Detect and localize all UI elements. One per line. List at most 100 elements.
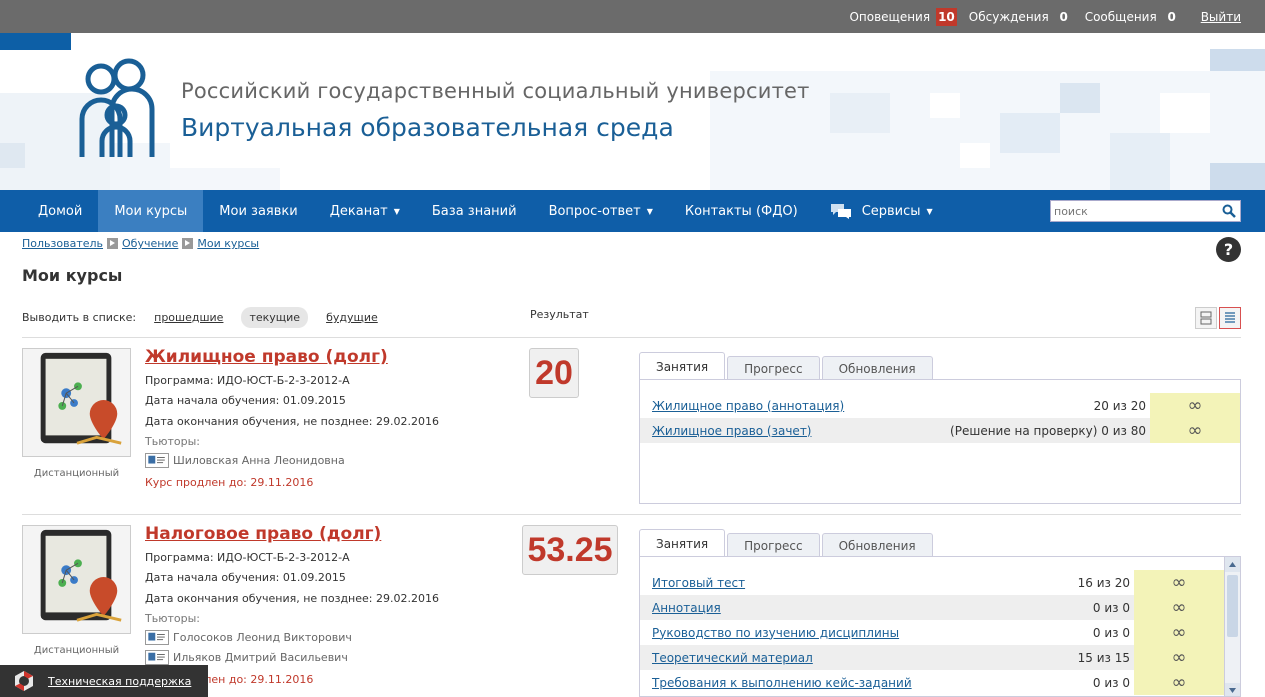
messages-count-badge: 0 [1167,9,1176,24]
nav-item-label: Сервисы [861,203,921,219]
nav-item-label: Деканат [329,203,388,219]
header-decor [1000,113,1060,153]
caret-down-icon: ▼ [926,206,933,216]
nav-item-faq[interactable]: Вопрос-ответ ▼ [533,190,669,232]
header-decor [1060,83,1100,113]
lesson-link[interactable]: Аннотация [652,601,721,615]
discussions-link[interactable]: Обсуждения 0 [969,8,1073,26]
scroll-down-arrow-icon[interactable] [1225,683,1240,696]
infinity-attempts[interactable]: ∞ [1150,418,1240,443]
course-title-link[interactable]: Налоговое право (долг) [145,524,381,544]
tab-lessons[interactable]: Занятия [639,529,726,557]
header-decor [930,93,960,118]
view-blocks-button[interactable] [1195,307,1217,329]
nav-item-label: Домой [38,203,83,219]
help-icon[interactable]: ? [1216,237,1241,262]
course-score: 53.25 [522,525,618,575]
course-mode-label: Дистанционный [33,468,120,479]
header-decor [830,93,890,133]
filter-future[interactable]: будущие [318,307,386,328]
header-decor [960,143,990,168]
lesson-link[interactable]: Руководство по изучению дисциплины [652,626,899,640]
blocks-view-icon [1200,311,1212,325]
logout-link[interactable]: Выйти [1201,10,1241,24]
divider [22,514,1241,515]
course-tabs: Занятия Прогресс Обновления [639,529,933,557]
scrollbar-thumb[interactable] [1227,575,1238,637]
header-decor [1160,93,1210,133]
search-box [1050,200,1241,222]
list-view-icon [1225,312,1235,323]
course-start-date: Дата начала обучения: 01.09.2015 [145,394,346,407]
search-input[interactable] [1051,204,1221,218]
infinity-attempts[interactable]: ∞ [1134,570,1224,595]
breadcrumb-learning[interactable]: Обучение [122,237,178,250]
tutor-entry[interactable]: Голосоков Леонид Викторович [145,630,352,645]
nav-item-my-requests[interactable]: Мои заявки [203,190,313,232]
course-start-date: Дата начала обучения: 01.09.2015 [145,571,346,584]
view-list-button[interactable] [1219,307,1241,329]
chat-bubbles-icon [830,204,851,219]
nav-item-my-courses[interactable]: Мои курсы [98,190,204,232]
infinity-attempts[interactable]: ∞ [1134,620,1224,645]
filter-current[interactable]: текущие [241,307,309,328]
lesson-score: 0 из 0 [1092,625,1130,640]
infinity-attempts[interactable]: ∞ [1134,645,1224,670]
tablet-map-icon [40,352,122,445]
nav-item-services[interactable]: Сервисы ▼ [814,190,949,232]
notifications-link[interactable]: Оповещения 10 [849,7,957,26]
infinity-attempts[interactable]: ∞ [1134,670,1224,695]
lesson-score: 16 из 20 [1077,575,1130,590]
search-icon[interactable] [1221,203,1237,219]
nav-item-deanery[interactable]: Деканат ▼ [314,190,416,232]
lesson-row: Жилищное право (аннотация) 20 из 20 ∞ [640,393,1240,418]
lesson-score: 0 из 0 [1092,675,1130,690]
lessons-panel: Итоговый тест 16 из 20 ∞ Аннотация 0 из … [639,556,1241,697]
header-accent-stripe [0,33,71,50]
course-end-date: Дата окончания обучения, не позднее: 29.… [145,415,439,428]
tab-updates[interactable]: Обновления [821,533,933,557]
breadcrumb-user[interactable]: Пользователь [22,237,103,250]
course-thumbnail[interactable] [22,348,131,457]
tab-progress[interactable]: Прогресс [727,533,820,557]
breadcrumb-my-courses[interactable]: Мои курсы [197,237,259,250]
course-mode-label: Дистанционный [33,645,120,656]
header-decor [1210,49,1265,71]
tab-updates[interactable]: Обновления [821,356,933,380]
nav-item-knowledge-base[interactable]: База знаний [416,190,533,232]
lesson-link[interactable]: Теоретический материал [652,651,813,665]
nav-item-label: Вопрос-ответ [548,203,641,219]
platform-name: Виртуальная образовательная среда [181,113,674,142]
tutor-card-icon [145,650,169,665]
tutor-entry[interactable]: Ильяков Дмитрий Васильевич [145,650,348,665]
infinity-attempts[interactable]: ∞ [1150,393,1240,418]
notifications-label: Оповещения [849,9,931,24]
nav-item-label: База знаний [431,203,517,219]
messages-link[interactable]: Сообщения 0 [1085,8,1181,26]
lessons-scrollbar[interactable] [1224,557,1240,696]
tutor-entry[interactable]: Шиловская Анна Леонидовна [145,453,345,468]
tab-lessons[interactable]: Занятия [639,352,726,380]
tutor-name: Ильяков Дмитрий Васильевич [173,651,348,664]
filter-past[interactable]: прошедшие [146,307,231,328]
university-name: Российский государственный социальный ун… [181,79,810,103]
lifebuoy-icon [15,671,33,691]
lesson-link[interactable]: Итоговый тест [652,576,745,590]
course-program: Программа: ИДО-ЮСТ-Б-2-3-2012-А [145,551,350,564]
course-thumbnail[interactable] [22,525,131,634]
lesson-link[interactable]: Требования к выполнению кейс-заданий [652,676,912,690]
scroll-up-arrow-icon[interactable] [1225,557,1240,572]
course-score: 20 [529,348,579,398]
lesson-score: 0 из 0 [1092,600,1130,615]
tech-support-button[interactable]: Техническая поддержка [0,665,208,697]
family-logo-icon [79,58,155,157]
lesson-row: Итоговый тест 16 из 20 ∞ [640,570,1224,595]
nav-item-contacts[interactable]: Контакты (ФДО) [669,190,814,232]
lesson-link[interactable]: Жилищное право (аннотация) [652,399,844,413]
infinity-attempts[interactable]: ∞ [1134,595,1224,620]
nav-item-home[interactable]: Домой [0,190,98,232]
filter-label: Выводить в списке: [22,311,137,324]
course-title-link[interactable]: Жилищное право (долг) [145,347,388,367]
tab-progress[interactable]: Прогресс [727,356,820,380]
lesson-link[interactable]: Жилищное право (зачет) [652,424,812,438]
